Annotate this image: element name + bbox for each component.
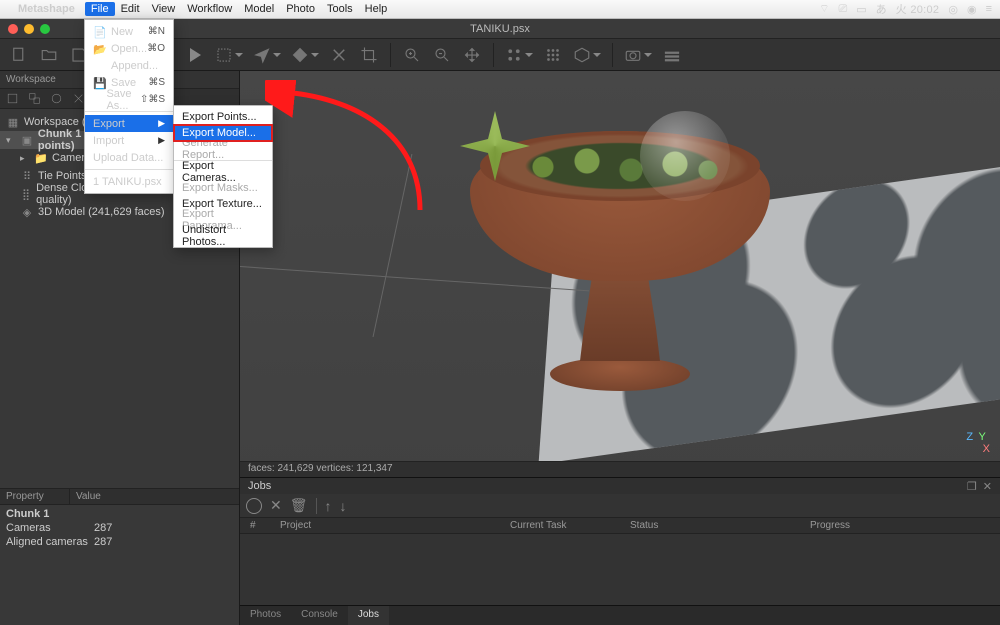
model-view-icon[interactable] bbox=[570, 42, 604, 68]
status-display-icon[interactable]: ⎚ bbox=[838, 3, 847, 16]
app-name[interactable]: Metashape bbox=[18, 3, 75, 15]
3d-viewport[interactable]: Z Y X faces: 241,629 vertices: 121,347 bbox=[240, 71, 1000, 477]
status-ime-icon[interactable]: あ bbox=[876, 1, 887, 17]
export-points[interactable]: Export Points... bbox=[174, 109, 272, 125]
crop-tool-icon[interactable] bbox=[356, 42, 382, 68]
rotate-tool-icon[interactable] bbox=[288, 42, 322, 68]
zoom-in-icon[interactable] bbox=[399, 42, 425, 68]
menu-import[interactable]: Import▶ bbox=[85, 132, 173, 149]
new-icon[interactable] bbox=[6, 42, 32, 68]
jobs-list bbox=[240, 534, 1000, 605]
workspace-icon: ▦ bbox=[6, 115, 20, 129]
status-wifi-icon[interactable]: ⌔ bbox=[819, 2, 829, 16]
menu-open[interactable]: 📂Open...⌘O bbox=[85, 40, 173, 57]
open-icon[interactable] bbox=[36, 42, 62, 68]
tab-jobs[interactable]: Jobs bbox=[348, 606, 389, 625]
menu-upload[interactable]: Upload Data... bbox=[85, 149, 173, 166]
jobs-col-project: Project bbox=[270, 518, 500, 533]
properties-panel: Property Value Chunk 1 Cameras287 Aligne… bbox=[0, 488, 239, 625]
layers-icon[interactable] bbox=[659, 42, 685, 68]
ws-add-icon[interactable] bbox=[4, 91, 20, 107]
window-zoom-button[interactable] bbox=[40, 24, 50, 34]
menu-append[interactable]: Append... bbox=[85, 57, 173, 74]
mesh-icon: ◈ bbox=[20, 205, 34, 219]
menu-view[interactable]: View bbox=[152, 3, 176, 15]
dense-icon: ⣿ bbox=[20, 187, 32, 201]
status-siri-icon[interactable]: ◉ bbox=[967, 3, 977, 16]
jobs-panel-title: Jobs bbox=[248, 480, 271, 492]
menu-workflow[interactable]: Workflow bbox=[187, 3, 232, 15]
menu-file[interactable]: File bbox=[85, 2, 115, 16]
rect-select-tool-icon[interactable] bbox=[212, 42, 246, 68]
status-spotlight-icon[interactable]: ◎ bbox=[948, 3, 958, 16]
menu-recent-1[interactable]: 1 TANIKU.psx bbox=[85, 173, 173, 190]
bottom-tabs: Photos Console Jobs bbox=[240, 605, 1000, 625]
menubar-clock[interactable]: 火 20:02 bbox=[896, 1, 940, 17]
export-undistort[interactable]: Undistort Photos... bbox=[174, 228, 272, 244]
nav-trackball[interactable] bbox=[640, 111, 730, 201]
axis-gizmo: Z Y X bbox=[966, 431, 990, 455]
props-col-value: Value bbox=[70, 489, 239, 504]
jobs-col-num: # bbox=[240, 518, 270, 533]
viewport-statusbar: faces: 241,629 vertices: 121,347 bbox=[240, 461, 1000, 477]
jobs-col-progress: Progress bbox=[800, 518, 1000, 533]
jobs-panel: Jobs ❐ ✕ ✕ 🗑 ↑ ↓ # Project Current Task … bbox=[240, 477, 1000, 625]
delete-tool-icon[interactable] bbox=[326, 42, 352, 68]
point-view-icon[interactable] bbox=[502, 42, 536, 68]
dense-view-icon[interactable] bbox=[540, 42, 566, 68]
jobs-up-icon[interactable]: ↑ bbox=[325, 498, 332, 514]
ws-add2-icon[interactable] bbox=[26, 91, 42, 107]
jobs-close-icon[interactable]: ✕ bbox=[983, 480, 992, 493]
jobs-popout-icon[interactable]: ❐ bbox=[967, 480, 977, 493]
camera-icon[interactable] bbox=[621, 42, 655, 68]
status-notifications-icon[interactable]: ≡ bbox=[986, 3, 992, 15]
window-close-button[interactable] bbox=[8, 24, 18, 34]
export-submenu: Export Points... Export Model... Generat… bbox=[173, 105, 273, 248]
chunk-icon: ▣ bbox=[20, 133, 34, 147]
status-battery-icon[interactable]: ▭ bbox=[856, 3, 866, 16]
export-masks: Export Masks... bbox=[174, 180, 272, 196]
menu-photo[interactable]: Photo bbox=[286, 3, 315, 15]
prop-row: Chunk 1 bbox=[0, 507, 239, 521]
prop-row: Aligned cameras287 bbox=[0, 535, 239, 549]
caret-down-icon: ▾ bbox=[6, 135, 16, 146]
tree-label: 3D Model (241,629 faces) bbox=[38, 206, 165, 218]
prop-row: Cameras287 bbox=[0, 521, 239, 535]
tab-photos[interactable]: Photos bbox=[240, 606, 291, 625]
scene-content bbox=[240, 71, 1000, 477]
document-title: TANIKU.psx bbox=[470, 23, 530, 35]
jobs-col-status: Status bbox=[620, 518, 800, 533]
export-model[interactable]: Export Model... bbox=[174, 125, 272, 141]
folder-icon: 📁 bbox=[34, 151, 48, 165]
mac-menubar: Metashape File Edit View Workflow Model … bbox=[0, 0, 1000, 19]
menu-new[interactable]: 📄New⌘N bbox=[85, 23, 173, 40]
menu-saveas[interactable]: Save As...⇧⌘S bbox=[85, 91, 173, 108]
menu-edit[interactable]: Edit bbox=[121, 3, 140, 15]
window-minimize-button[interactable] bbox=[24, 24, 34, 34]
jobs-cancel-icon[interactable]: ✕ bbox=[270, 497, 282, 514]
jobs-down-icon[interactable]: ↓ bbox=[340, 498, 347, 514]
menu-help[interactable]: Help bbox=[365, 3, 388, 15]
props-col-property: Property bbox=[0, 489, 70, 504]
zoom-out-icon[interactable] bbox=[429, 42, 455, 68]
menu-tools[interactable]: Tools bbox=[327, 3, 353, 15]
move-region-tool-icon[interactable] bbox=[250, 42, 284, 68]
export-report: Generate Report... bbox=[174, 141, 272, 157]
menu-model[interactable]: Model bbox=[244, 3, 274, 15]
pointer-tool-icon[interactable] bbox=[182, 42, 208, 68]
points-icon: ⠿ bbox=[20, 169, 34, 183]
caret-right-icon: ▸ bbox=[20, 153, 30, 164]
jobs-col-task: Current Task bbox=[500, 518, 620, 533]
fit-view-icon[interactable] bbox=[459, 42, 485, 68]
tab-console[interactable]: Console bbox=[291, 606, 348, 625]
file-menu-dropdown: 📄New⌘N 📂Open...⌘O Append... 💾Save⌘S Save… bbox=[84, 19, 174, 194]
ws-enable-icon[interactable] bbox=[48, 91, 64, 107]
export-cameras[interactable]: Export Cameras... bbox=[174, 164, 272, 180]
menu-export[interactable]: Export▶ bbox=[85, 115, 173, 132]
jobs-start-icon[interactable] bbox=[246, 498, 262, 514]
jobs-delete-icon[interactable]: 🗑 bbox=[290, 497, 308, 514]
